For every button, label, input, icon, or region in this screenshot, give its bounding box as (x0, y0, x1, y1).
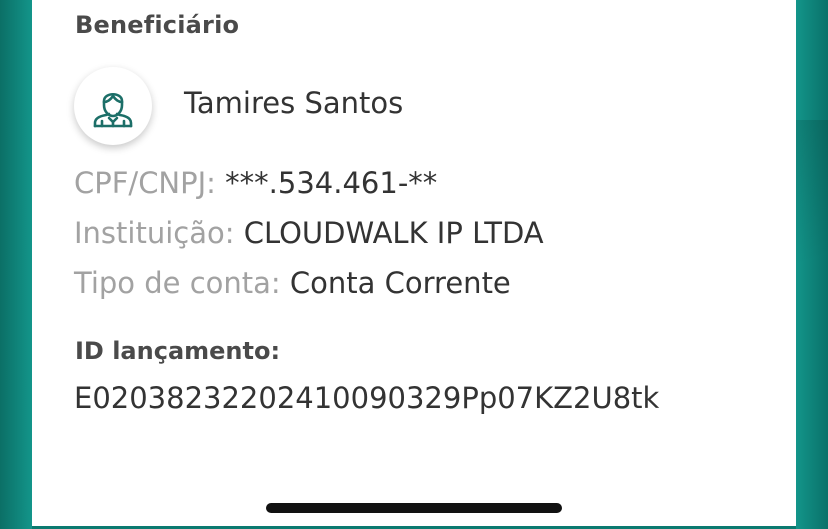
cpf-cnpj-row: CPF/CNPJ: ***.534.461-** (74, 166, 437, 200)
receipt-card: Beneficiário Tamires Santos CPF/CNPJ: **… (32, 0, 796, 526)
background-right-stripe (796, 120, 828, 320)
institution-row: Instituição: CLOUDWALK IP LTDA (74, 216, 544, 250)
account-type-value: Conta Corrente (289, 266, 511, 300)
home-indicator[interactable] (266, 503, 562, 513)
institution-label: Instituição: (74, 216, 244, 250)
launch-id-value: E02038232202410090329Pp07KZ2U8tk (74, 381, 660, 415)
account-type-row: Tipo de conta: Conta Corrente (74, 266, 511, 300)
institution-value: CLOUDWALK IP LTDA (243, 216, 544, 250)
account-type-label: Tipo de conta: (74, 266, 290, 300)
cpf-cnpj-label: CPF/CNPJ: (74, 166, 226, 200)
cpf-cnpj-value: ***.534.461-** (225, 166, 438, 200)
beneficiary-name: Tamires Santos (184, 86, 404, 120)
beneficiary-avatar (74, 67, 152, 145)
background-left-edge (0, 0, 32, 529)
person-icon (90, 83, 136, 129)
launch-id-title: ID lançamento: (75, 337, 281, 365)
beneficiary-section-title: Beneficiário (75, 11, 240, 39)
